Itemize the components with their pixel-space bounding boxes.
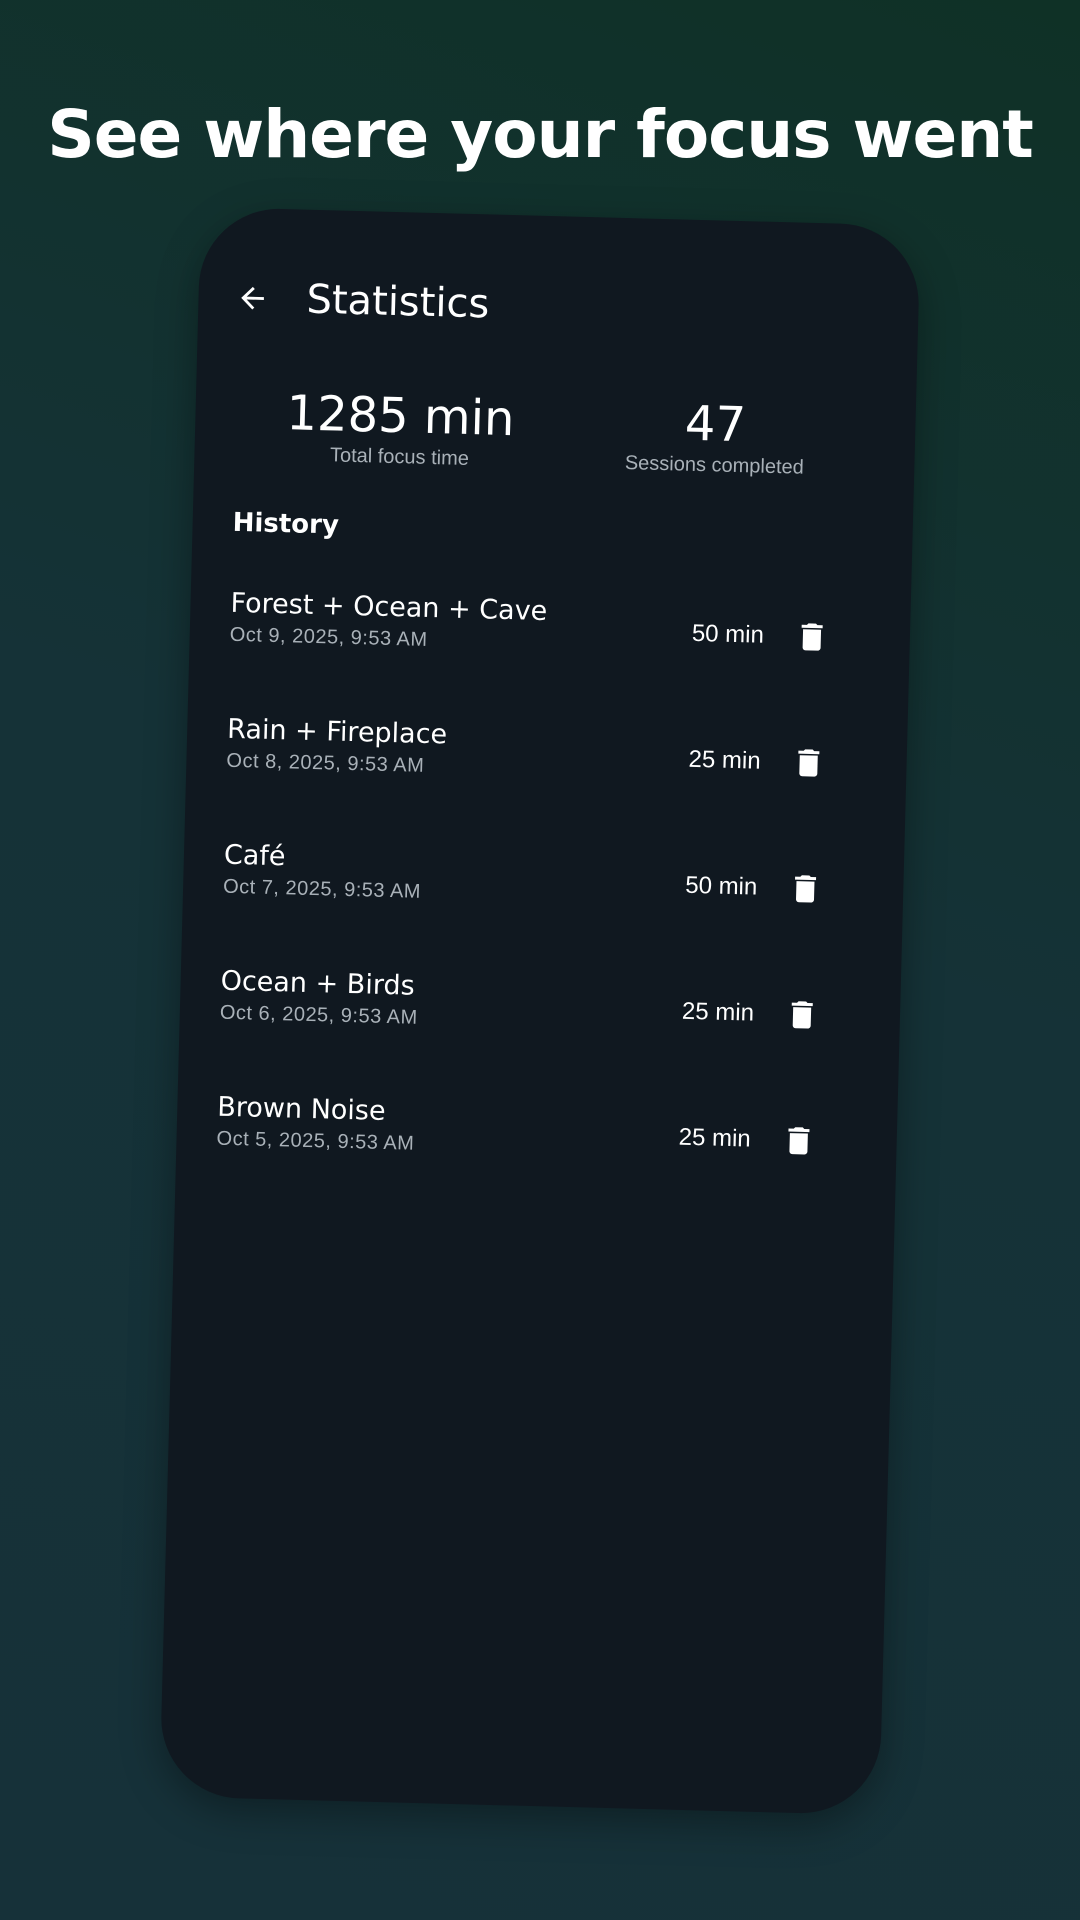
history-row: Forest + Ocean + Cave Oct 9, 2025, 9:53 … [228, 588, 851, 730]
session-duration: 50 min [691, 619, 765, 649]
history-row: Café Oct 7, 2025, 9:53 AM 50 min [221, 840, 844, 982]
trash-icon[interactable] [783, 994, 820, 1035]
history-title: History [232, 507, 340, 541]
trash-icon[interactable] [790, 742, 827, 783]
trash-icon[interactable] [793, 617, 830, 658]
sessions-stat: 47 Sessions completed [534, 390, 856, 481]
stats-summary: 1285 min Total focus time 47 Sessions co… [194, 381, 916, 483]
sessions-value: 47 [684, 395, 747, 454]
total-focus-value: 1285 min [285, 385, 516, 448]
session-duration: 25 min [688, 745, 761, 775]
total-focus-stat: 1285 min Total focus time [194, 381, 536, 473]
session-date: Oct 8, 2025, 9:53 AM [226, 749, 425, 777]
session-date: Oct 5, 2025, 9:53 AM [216, 1127, 415, 1155]
session-name: Forest + Ocean + Cave [230, 587, 548, 628]
session-duration: 25 min [681, 997, 755, 1027]
session-date: Oct 9, 2025, 9:53 AM [229, 623, 428, 651]
page-title: Statistics [305, 276, 490, 328]
session-date: Oct 7, 2025, 9:53 AM [222, 875, 422, 903]
trash-icon[interactable] [787, 868, 824, 909]
session-name: Ocean + Birds [220, 965, 416, 1002]
headline: See where your focus went [47, 96, 1034, 173]
history-row: Brown Noise Oct 5, 2025, 9:53 AM 25 min [214, 1092, 837, 1234]
trash-icon[interactable] [780, 1120, 817, 1161]
phone-screen: Statistics 1285 min Total focus time 47 … [159, 206, 921, 1816]
session-name: Rain + Fireplace [226, 713, 448, 751]
session-name: Brown Noise [216, 1091, 386, 1127]
arrow-left-icon[interactable] [232, 278, 273, 319]
session-duration: 25 min [678, 1123, 752, 1153]
history-row: Ocean + Birds Oct 6, 2025, 9:53 AM 25 mi… [218, 966, 841, 1108]
session-name: Café [223, 839, 286, 873]
app-bar: Statistics [232, 268, 490, 335]
session-date: Oct 6, 2025, 9:53 AM [219, 1001, 418, 1029]
history-row: Rain + Fireplace Oct 8, 2025, 9:53 AM 25… [224, 714, 847, 856]
session-duration: 50 min [684, 871, 758, 901]
history-list: Forest + Ocean + Cave Oct 9, 2025, 9:53 … [214, 588, 850, 1234]
